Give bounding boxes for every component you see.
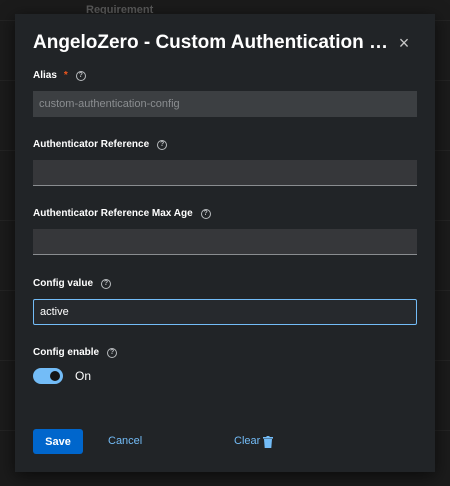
alias-input: [33, 91, 417, 117]
alias-label: Alias * ?: [33, 70, 86, 81]
toggle-knob: [50, 371, 60, 381]
authenticator-reference-label: Authenticator Reference ?: [33, 139, 168, 150]
authenticator-reference-max-age-input[interactable]: [33, 229, 417, 255]
alias-label-text: Alias: [33, 70, 57, 81]
authenticator-reference-input[interactable]: [33, 160, 417, 186]
clear-label: Clear: [234, 435, 261, 447]
config-enable-label: Config enable ?: [33, 347, 118, 358]
save-button[interactable]: Save: [33, 429, 83, 454]
help-icon[interactable]: ?: [75, 70, 86, 81]
help-icon[interactable]: ?: [200, 208, 211, 219]
close-icon[interactable]: ×: [396, 34, 412, 52]
cancel-label: Cancel: [108, 435, 143, 447]
help-icon[interactable]: ?: [107, 347, 118, 358]
trash-icon: [263, 435, 274, 448]
authenticator-reference-label-text: Authenticator Reference: [33, 139, 150, 150]
clear-button[interactable]: Clear: [234, 429, 274, 454]
config-enable-toggle[interactable]: [33, 368, 63, 384]
config-value-input[interactable]: [33, 299, 417, 325]
required-indicator: *: [63, 70, 68, 81]
modal-title: AngeloZero - Custom Authentication con..…: [33, 32, 393, 53]
config-enable-toggle-row: On: [33, 368, 91, 384]
help-icon[interactable]: ?: [157, 139, 168, 150]
config-modal: AngeloZero - Custom Authentication con..…: [15, 14, 435, 472]
config-value-label-text: Config value: [33, 278, 94, 289]
authenticator-reference-max-age-label: Authenticator Reference Max Age ?: [33, 208, 211, 219]
config-value-label: Config value ?: [33, 278, 112, 289]
authenticator-reference-max-age-label-text: Authenticator Reference Max Age: [33, 208, 193, 219]
help-icon[interactable]: ?: [101, 278, 112, 289]
toggle-state-label: On: [75, 369, 92, 383]
config-enable-label-text: Config enable: [33, 347, 100, 358]
cancel-button[interactable]: Cancel: [108, 429, 142, 454]
